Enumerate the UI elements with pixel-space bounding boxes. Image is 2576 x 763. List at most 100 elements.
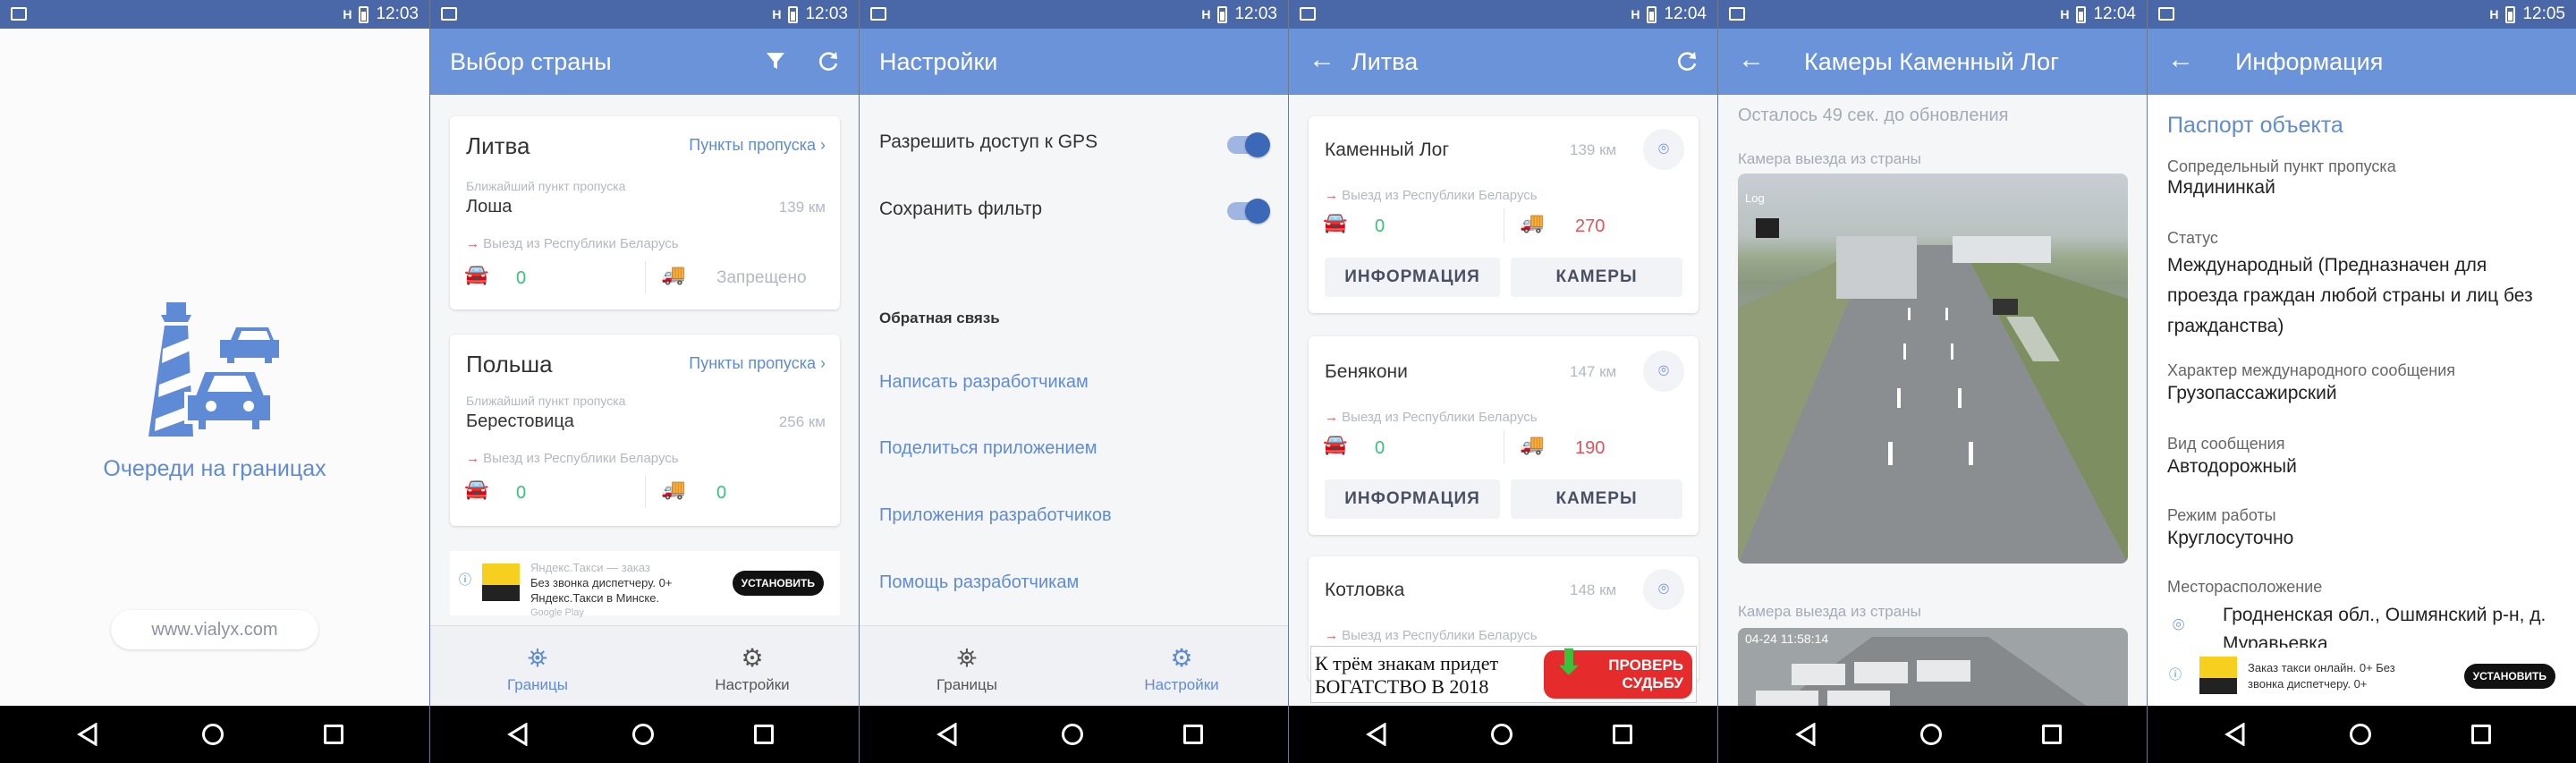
save-filter-toggle[interactable] <box>1227 199 1270 224</box>
arrow-back-icon[interactable]: ← <box>2167 45 2194 75</box>
developer-apps-link[interactable]: Приложения разработчиков <box>879 505 1112 526</box>
car-queue: 0 <box>1375 438 1385 458</box>
gps-toggle[interactable] <box>1227 132 1270 157</box>
field-label: Сопредельный пункт пропуска <box>2167 157 2396 175</box>
nearest-label: Ближайший пункт пропуска <box>466 394 626 408</box>
arrow-back-icon[interactable]: ← <box>1738 45 1765 75</box>
back-nav-icon[interactable] <box>936 723 958 746</box>
location-pin-icon: ⌾ <box>1658 580 1669 599</box>
tab-borders[interactable]: ⛯ Границы <box>430 626 645 707</box>
info-button[interactable]: ИНФОРМАЦИЯ <box>1325 258 1500 297</box>
website-badge[interactable]: www.vialyx.com <box>111 610 318 649</box>
checkpoints-link[interactable]: Пункты пропуска › <box>689 354 826 373</box>
signal-icon: H <box>343 7 352 21</box>
filter-icon[interactable] <box>765 50 786 72</box>
clock: 12:03 <box>1234 4 1277 23</box>
recents-nav-icon[interactable] <box>2471 725 2491 744</box>
refresh-icon[interactable] <box>817 50 840 73</box>
back-nav-icon[interactable] <box>77 723 98 746</box>
bottom-tabs: ⛯ Границы ⚙ Настройки <box>860 625 1288 706</box>
write-developers-link[interactable]: Написать разработчикам <box>879 372 1089 393</box>
tab-settings[interactable]: ⚙ Настройки <box>1074 626 1288 707</box>
back-nav-icon[interactable] <box>2224 723 2246 746</box>
ad-install-button[interactable]: УСТАНОВИТЬ <box>732 571 824 596</box>
back-nav-icon[interactable] <box>1795 723 1817 746</box>
back-nav-icon[interactable] <box>507 723 529 746</box>
recents-nav-icon[interactable] <box>754 725 774 744</box>
location-pin-button[interactable]: ⌾ <box>1643 129 1684 170</box>
field-value: Автодорожный <box>2167 456 2297 477</box>
distance: 256 км <box>778 413 826 430</box>
cameras-button[interactable]: КАМЕРЫ <box>1511 258 1682 297</box>
direction: → Выезд из Республики Беларусь <box>1325 410 1538 425</box>
truck-icon: 🚚 <box>1520 211 1545 233</box>
cameras-button[interactable]: КАМЕРЫ <box>1511 479 1682 519</box>
checkpoints-link[interactable]: Пункты пропуска › <box>689 136 826 155</box>
recents-nav-icon[interactable] <box>1183 725 1203 744</box>
battery-icon <box>788 5 799 23</box>
home-nav-icon[interactable] <box>1491 724 1513 745</box>
tab-borders[interactable]: ⛯ Границы <box>860 626 1074 707</box>
car-icon: 🚘 <box>464 263 489 285</box>
truck-queue: 0 <box>716 483 727 503</box>
arrow-right-icon: → <box>1325 628 1338 643</box>
gear-icon: ⚙ <box>741 644 764 672</box>
ad-info-icon[interactable]: ⓘ <box>2169 666 2182 683</box>
camera-image[interactable]: Log <box>1738 174 2128 564</box>
location-pin-button[interactable]: ⌾ <box>1643 569 1684 610</box>
image-notification-icon <box>441 7 457 21</box>
battery-icon <box>1217 5 1228 23</box>
ad-banner[interactable]: ⓘ Яндекс.Такси — заказ Без звонка диспет… <box>450 551 840 618</box>
direction: → Выезд из Республики Беларусь <box>1325 628 1538 643</box>
save-filter-label: Сохранить фильтр <box>879 199 1043 219</box>
home-nav-icon[interactable] <box>2350 724 2371 745</box>
screens-strip: H 12:03 Очереди на границах www.vialyx.c… <box>0 0 2576 763</box>
home-nav-icon[interactable] <box>202 724 224 745</box>
status-bar: H 12:04 <box>1718 0 2147 29</box>
checkpoint-name: Бенякони <box>1325 361 1408 382</box>
checkpoint-name: Котловка <box>1325 580 1405 600</box>
info-button[interactable]: ИНФОРМАЦИЯ <box>1325 479 1500 519</box>
ad-check-button[interactable]: ⬇ ПРОВЕРЬ СУДЬБУ <box>1544 647 1692 699</box>
home-nav-icon[interactable] <box>1062 724 1083 745</box>
country-name: Литва <box>466 132 530 159</box>
recents-nav-icon[interactable] <box>324 725 343 744</box>
refresh-icon[interactable] <box>1675 50 1699 73</box>
checkpoint-name: Лоша <box>466 197 513 216</box>
screen-splash: H 12:03 Очереди на границах www.vialyx.c… <box>0 0 429 763</box>
camera-label: Камера выезда из страны <box>1738 603 1921 620</box>
checkpoint-card[interactable]: Бенякони 147 км ⌾ → Выезд из Республики … <box>1309 336 1699 535</box>
tab-settings[interactable]: ⚙ Настройки <box>645 626 859 707</box>
page-title: Литва <box>1352 48 1419 75</box>
home-nav-icon[interactable] <box>1920 724 1942 745</box>
ad-banner[interactable]: К трём знакам придет БОГАТСТВО В 2018 ⬇ … <box>1310 646 1697 703</box>
chevron-right-icon: › <box>820 354 826 372</box>
ad-image <box>2199 657 2237 694</box>
signal-icon: H <box>1631 7 1640 21</box>
clock: 12:03 <box>376 4 419 23</box>
country-card-poland[interactable]: Польша Пункты пропуска › Ближайший пункт… <box>450 335 840 526</box>
app-bar: Настройки <box>860 29 1288 95</box>
gear-icon: ⚙ <box>1170 644 1193 672</box>
checkpoint-name: Берестовица <box>466 411 574 431</box>
checkpoint-name: Каменный Лог <box>1325 140 1450 160</box>
clock: 12:05 <box>2522 4 2565 23</box>
location-pin-button[interactable]: ⌾ <box>1643 351 1684 392</box>
help-developers-link[interactable]: Помощь разработчикам <box>879 572 1079 593</box>
car-queue: 0 <box>516 483 527 503</box>
ad-install-button[interactable]: УСТАНОВИТЬ <box>2463 664 2555 689</box>
share-app-link[interactable]: Поделиться приложением <box>879 438 1097 459</box>
recents-nav-icon[interactable] <box>2042 725 2062 744</box>
ad-info-icon[interactable]: ⓘ <box>459 571 471 589</box>
app-name: Очереди на границах <box>103 456 326 481</box>
arrow-back-icon[interactable]: ← <box>1309 45 1335 75</box>
back-nav-icon[interactable] <box>1366 723 1387 746</box>
location-pin-icon: ⌾ <box>1658 140 1669 159</box>
checkpoint-card[interactable]: Каменный Лог 139 км ⌾ → Выезд из Республ… <box>1309 116 1699 313</box>
recents-nav-icon[interactable] <box>1613 725 1632 744</box>
app-bar: ← Камеры Каменный Лог <box>1718 29 2147 95</box>
field-value: Грузопассажирский <box>2167 383 2337 403</box>
ad-banner[interactable]: ⓘ Заказ такси онлайн. 0+ Без звонка дисп… <box>2148 648 2576 707</box>
home-nav-icon[interactable] <box>632 724 654 745</box>
country-card-lithuania[interactable]: Литва Пункты пропуска › Ближайший пункт … <box>450 116 840 309</box>
